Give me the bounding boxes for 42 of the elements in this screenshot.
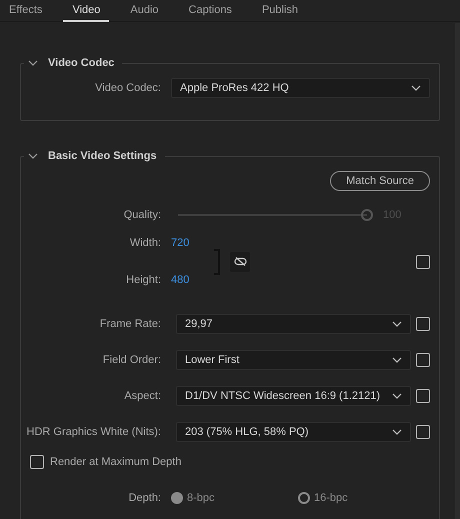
section-title: Video Codec (48, 56, 114, 71)
caret-icon (411, 85, 421, 91)
tab[interactable]: Captions (180, 0, 241, 22)
dropdown[interactable]: D1/DV NTSC Widescreen 16:9 (1.2121) (176, 386, 411, 406)
field-label: Height: (125, 272, 162, 288)
caret-icon (392, 357, 402, 363)
field-label: Quality: (122, 208, 162, 223)
unlink-icon (234, 257, 247, 266)
dropdown[interactable]: 29,97 (176, 314, 411, 334)
caret-icon (392, 393, 402, 399)
width-value[interactable]: 720 (171, 235, 190, 252)
field-label: Width: (128, 236, 162, 251)
tab[interactable]: Effects (0, 0, 52, 22)
checkbox[interactable] (30, 455, 44, 470)
field-label: Frame Rate: (98, 316, 162, 332)
radio-label: 8-bpc (187, 490, 215, 506)
field-label: Video Codec: (94, 80, 162, 96)
caret-icon (392, 429, 402, 435)
chevron-icon[interactable] (28, 153, 38, 159)
checkbox-label: Render at Maximum Depth (50, 455, 182, 470)
radio-label: 16-bpc (314, 490, 348, 506)
match-source-button[interactable]: Match Source (330, 171, 430, 191)
dropdown[interactable]: Apple ProRes 422 HQ (171, 78, 430, 98)
checkbox[interactable] (416, 254, 430, 268)
dropdown[interactable]: 203 (75% HLG, 58% PQ) (176, 422, 411, 442)
checkbox[interactable] (416, 317, 430, 331)
height-value[interactable]: 480 (171, 272, 190, 288)
tab[interactable]: Audio (121, 0, 168, 22)
checkbox[interactable] (416, 425, 430, 439)
tab[interactable]: Video (63, 0, 110, 22)
tab[interactable]: Publish (252, 0, 308, 22)
link-toggle[interactable] (230, 252, 250, 272)
dropdown[interactable]: Lower First (176, 350, 411, 370)
field-label: HDR Graphics White (Nits): (26, 424, 162, 440)
caret-icon (392, 321, 402, 327)
checkbox[interactable] (416, 353, 430, 367)
chevron-icon[interactable] (28, 60, 38, 66)
checkbox[interactable] (416, 389, 430, 403)
field-label: Aspect: (123, 388, 162, 404)
field-label: Field Order: (102, 352, 162, 368)
section-title: Basic Video Settings (48, 148, 157, 164)
field-label: Depth: (128, 490, 162, 506)
